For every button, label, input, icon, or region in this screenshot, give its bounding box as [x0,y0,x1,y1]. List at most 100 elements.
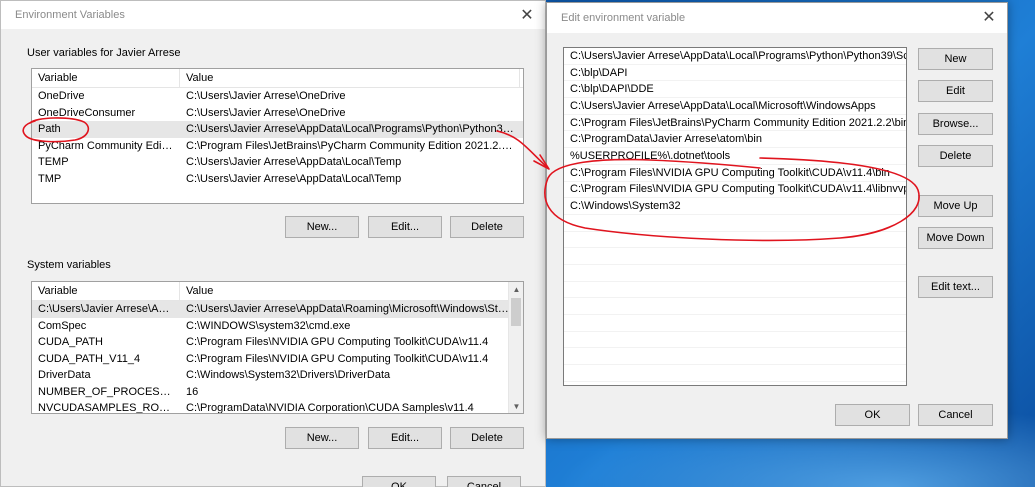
empty-list-item[interactable] [564,348,906,366]
env-cancel-button[interactable]: Cancel [447,476,521,487]
list-item[interactable]: C:\Program Files\NVIDIA GPU Computing To… [564,165,906,182]
edit-titlebar: Edit environment variable ✕ [547,3,1007,33]
scroll-up-icon[interactable]: ▲ [509,282,523,296]
user-list-header: Variable Value [32,69,523,88]
path-edit-button[interactable]: Edit [918,80,993,102]
edit-window-title: Edit environment variable [561,12,686,24]
system-edit-button[interactable]: Edit... [368,427,442,449]
user-new-button[interactable]: New... [285,216,359,238]
path-entries-list[interactable]: C:\Users\Javier Arrese\AppData\Local\Pro… [563,47,907,386]
table-row[interactable]: DriverData C:\Windows\System32\Drivers\Dr… [32,367,523,384]
empty-list-item[interactable] [564,315,906,332]
edit-environment-variable-window: Edit environment variable ✕ C:\Users\Jav… [546,2,1008,439]
user-variables-label: User variables for Javier Arrese [27,47,181,59]
user-variable-value: C:\Users\Javier Arrese\AppData\Local\Tem… [186,172,402,185]
user-variable-name: OneDriveConsumer [38,106,136,119]
user-delete-button[interactable]: Delete [450,216,524,238]
list-item[interactable]: C:\Program Files\JetBrains\PyCharm Commu… [564,115,906,132]
empty-list-item[interactable] [564,248,906,265]
list-item[interactable]: C:\Program Files\NVIDIA GPU Computing To… [564,182,906,199]
column-header-value[interactable]: Value [180,282,520,300]
empty-list-item[interactable] [564,298,906,315]
move-up-button[interactable]: Move Up [918,195,993,217]
empty-list-item[interactable] [564,332,906,349]
user-variable-name: TEMP [38,156,69,169]
list-item[interactable]: C:\ProgramData\Javier Arrese\atom\bin [564,131,906,149]
system-list-scrollbar[interactable]: ▲ ▼ [508,282,523,413]
system-variable-value: C:\ProgramData\NVIDIA Corporation\CUDA S… [186,402,474,414]
user-variable-rows: OneDrive C:\Users\Javier Arrese\OneDrive O… [32,88,523,187]
env-ok-button[interactable]: OK [362,476,436,487]
system-variable-name: NVCUDASAMPLES_ROOT [38,402,175,414]
edit-cancel-button[interactable]: Cancel [918,404,993,426]
table-row[interactable]: Path C:\Users\Javier Arrese\AppData\Local… [32,121,523,138]
empty-list-item[interactable] [564,215,906,232]
environment-variables-window: Environment Variables ✕ User variables f… [0,0,546,487]
empty-list-item[interactable] [564,282,906,299]
table-row[interactable]: OneDrive C:\Users\Javier Arrese\OneDrive [32,88,523,105]
user-variable-value: C:\Users\Javier Arrese\AppData\Local\Tem… [186,156,402,169]
column-header-variable[interactable]: Variable [32,69,180,87]
system-variable-value: C:\Windows\System32\Drivers\DriverData [186,369,391,382]
column-header-value[interactable]: Value [180,69,520,87]
system-variable-name: ComSpec [38,319,87,332]
edit-text-button[interactable]: Edit text... [918,276,993,298]
list-item[interactable]: C:\blp\DAPI [564,65,906,82]
table-row[interactable]: OneDriveConsumer C:\Users\Javier Arrese\O… [32,105,523,122]
empty-list-item[interactable] [564,265,906,282]
user-variable-name: Path [38,123,61,136]
system-variable-value: C:\Program Files\NVIDIA GPU Computing To… [186,336,489,349]
list-item[interactable]: C:\Users\Javier Arrese\AppData\Local\Mic… [564,98,906,115]
system-variable-name: DriverData [38,369,91,382]
system-variables-label: System variables [27,259,111,271]
user-variable-name: TMP [38,172,62,185]
list-item[interactable]: C:\Windows\System32 [564,198,906,215]
user-variable-name: PyCharm Community Edition [38,139,180,152]
column-header-variable[interactable]: Variable [32,282,180,300]
list-item[interactable]: %USERPROFILE%\.dotnet\tools [564,148,906,165]
edit-ok-button[interactable]: OK [835,404,910,426]
user-variables-list[interactable]: Variable Value OneDrive C:\Users\Javier A… [31,68,524,204]
list-item[interactable]: C:\blp\DAPI\DDE [564,81,906,99]
empty-list-item[interactable] [564,365,906,382]
table-row[interactable]: C:\Users\Javier Arrese\AppD... C:\Users\J… [32,301,523,318]
path-delete-button[interactable]: Delete [918,145,993,167]
table-row[interactable]: NUMBER_OF_PROCESSORS 16 [32,384,523,401]
env-titlebar: Environment Variables ✕ [1,1,545,29]
close-icon[interactable]: ✕ [509,1,545,29]
user-variable-name: OneDrive [38,90,85,103]
system-variable-rows: C:\Users\Javier Arrese\AppD... C:\Users\J… [32,301,523,414]
user-variable-value: C:\Users\Javier Arrese\OneDrive [186,106,346,119]
system-variable-value: C:\Program Files\NVIDIA GPU Computing To… [186,352,489,365]
system-new-button[interactable]: New... [285,427,359,449]
user-variable-value: C:\Program Files\JetBrains\PyCharm Commu… [186,139,520,152]
table-row[interactable]: CUDA_PATH C:\Program Files\NVIDIA GPU Com… [32,334,523,351]
table-row[interactable]: PyCharm Community Edition C:\Program File… [32,138,523,155]
system-list-header: Variable Value [32,282,523,301]
table-row[interactable]: NVCUDASAMPLES_ROOT C:\ProgramData\NVIDIA … [32,400,523,414]
table-row[interactable]: TEMP C:\Users\Javier Arrese\AppData\Local… [32,154,523,171]
system-variable-value: 16 [186,385,199,398]
system-variable-value: C:\Users\Javier Arrese\AppData\Roaming\M… [186,303,520,316]
system-variable-name: CUDA_PATH [38,336,103,349]
system-variables-list[interactable]: Variable Value C:\Users\Javier Arrese\Ap… [31,281,524,414]
path-new-button[interactable]: New [918,48,993,70]
scrollbar-thumb[interactable] [511,298,521,326]
list-item[interactable]: C:\Users\Javier Arrese\AppData\Local\Pro… [564,48,906,65]
system-variable-name: CUDA_PATH_V11_4 [38,352,141,365]
system-delete-button[interactable]: Delete [450,427,524,449]
empty-list-item[interactable] [564,232,906,249]
path-entry-rows: C:\Users\Javier Arrese\AppData\Local\Pro… [564,48,906,382]
system-variable-value: C:\WINDOWS\system32\cmd.exe [186,319,351,332]
system-variable-name: C:\Users\Javier Arrese\AppD... [38,303,180,316]
table-row[interactable]: TMP C:\Users\Javier Arrese\AppData\Local\… [32,171,523,188]
table-row[interactable]: CUDA_PATH_V11_4 C:\Program Files\NVIDIA G… [32,351,523,368]
close-icon[interactable]: ✕ [971,3,1007,31]
system-variable-name: NUMBER_OF_PROCESSORS [38,385,180,398]
user-edit-button[interactable]: Edit... [368,216,442,238]
user-variable-value: C:\Users\Javier Arrese\OneDrive [186,90,346,103]
scroll-down-icon[interactable]: ▼ [509,399,523,413]
path-browse-button[interactable]: Browse... [918,113,993,135]
table-row[interactable]: ComSpec C:\WINDOWS\system32\cmd.exe [32,318,523,335]
move-down-button[interactable]: Move Down [918,227,993,249]
